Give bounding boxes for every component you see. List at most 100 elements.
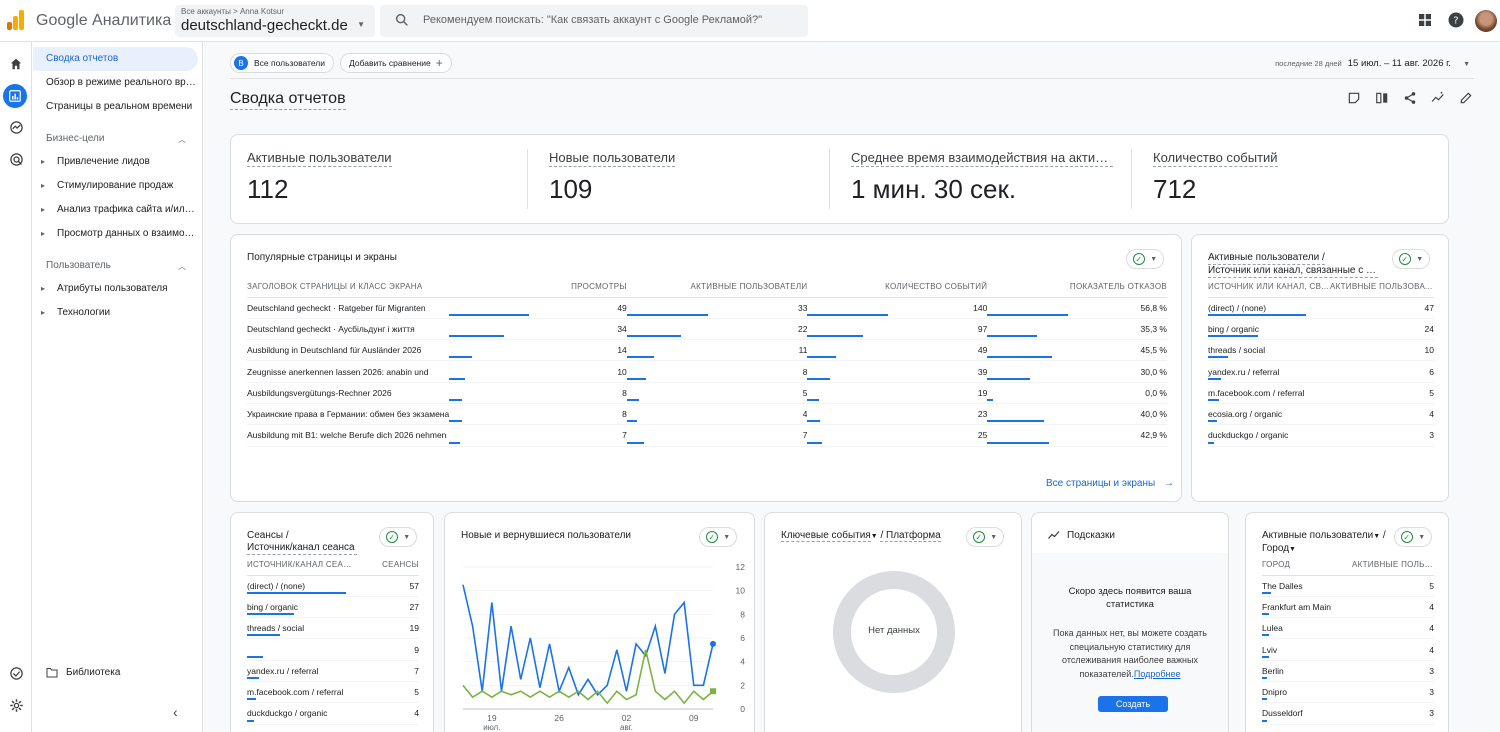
compare-check-button[interactable]: ✓ ▼ bbox=[966, 527, 1004, 547]
row-label[interactable]: Ausbildung in Deutschland für Ausländer … bbox=[247, 339, 450, 362]
row-label[interactable]: ecosia.org / organic bbox=[1208, 403, 1330, 426]
table-row[interactable]: Deutschland gecheckt · Аусбільдунг і жит… bbox=[247, 318, 1167, 341]
create-insight-button[interactable]: Создать bbox=[1098, 696, 1168, 712]
avatar[interactable] bbox=[1475, 10, 1497, 32]
table-row[interactable]: Deutschland gecheckt · Ratgeber für Migr… bbox=[247, 297, 1167, 319]
table-row[interactable]: yandex.ru / referral 6 bbox=[1208, 360, 1434, 383]
compare-columns-icon[interactable] bbox=[1374, 90, 1390, 106]
column-header[interactable]: Город bbox=[1262, 555, 1352, 576]
sidebar-item-engagement[interactable]: Просмотр данных о взаимодействии bbox=[33, 223, 198, 245]
table-row[interactable]: Ausbildungsvergütungs-Rechner 2026 8 5 19 0,… bbox=[247, 382, 1167, 404]
column-header[interactable]: Источник или канал, связанные с первым п… bbox=[1208, 277, 1330, 298]
kpi-new-users[interactable]: Новые пользователи 109 bbox=[549, 150, 819, 205]
sidebar-item-traffic[interactable]: Анализ трафика сайта и/или приложения bbox=[33, 199, 198, 221]
share-icon[interactable] bbox=[1402, 90, 1418, 106]
table-row[interactable]: threads / social 19 bbox=[247, 617, 419, 640]
learn-more-link[interactable]: Подробнее bbox=[1134, 669, 1181, 679]
row-label[interactable]: Berlin bbox=[1262, 660, 1352, 682]
compare-check-button[interactable]: ✓ ▼ bbox=[379, 527, 417, 547]
compare-check-button[interactable]: ✓ ▼ bbox=[1392, 249, 1430, 269]
kpi-active-users[interactable]: Активные пользователи 112 bbox=[247, 150, 517, 205]
row-label[interactable]: Deutschland gecheckt · Аусбільдунг і жит… bbox=[247, 318, 450, 341]
explore-icon[interactable] bbox=[6, 117, 26, 137]
table-row[interactable]: Ausbildung in Deutschland für Ausländer … bbox=[247, 339, 1167, 362]
section-user[interactable]: Пользователь bbox=[46, 260, 111, 271]
row-label[interactable]: duckduckgo / organic bbox=[1208, 424, 1330, 447]
home-icon[interactable] bbox=[6, 54, 26, 74]
table-row[interactable]: ecosia.org / organic 4 bbox=[1208, 403, 1434, 426]
table-row[interactable]: Ausbildung mit B1: welche Berufe dich 20… bbox=[247, 424, 1167, 447]
table-row[interactable]: Dusseldorf 3 bbox=[1262, 702, 1434, 725]
reports-icon[interactable] bbox=[3, 84, 27, 108]
sidebar-item-user-attributes[interactable]: Атрибуты пользователя bbox=[33, 278, 198, 300]
chevron-down-icon[interactable]: ▼ bbox=[1289, 546, 1296, 553]
row-label[interactable]: Ausbildung mit B1: welche Berufe dich 20… bbox=[247, 424, 450, 447]
row-label[interactable]: bing / organic bbox=[247, 596, 357, 619]
column-header[interactable]: Количество событий bbox=[807, 277, 988, 298]
search-input[interactable]: Рекомендуем поискать: "Как связать аккау… bbox=[380, 5, 808, 37]
table-row[interactable]: 9 bbox=[247, 638, 419, 661]
chevron-up-icon[interactable]: ︿ bbox=[178, 134, 186, 145]
chevron-up-icon[interactable]: ︿ bbox=[178, 261, 186, 272]
add-comparison-button[interactable]: Добавить сравнение + bbox=[339, 53, 452, 73]
table-row[interactable]: Dnipro 3 bbox=[1262, 681, 1434, 704]
table-row[interactable]: bing / organic 27 bbox=[247, 596, 419, 619]
sidebar-item-library[interactable]: Библиотека bbox=[46, 667, 120, 678]
table-row[interactable]: Berlin 3 bbox=[1262, 660, 1434, 682]
compare-check-button[interactable]: ✓ ▼ bbox=[1394, 527, 1432, 547]
table-row[interactable]: Zeugnisse anerkennen lassen 2026: anabin… bbox=[247, 360, 1167, 383]
row-label[interactable]: Lviv bbox=[1262, 638, 1352, 661]
help-icon[interactable]: ? bbox=[1447, 11, 1465, 29]
customize-report-icon[interactable] bbox=[1346, 90, 1362, 106]
apps-grid-icon[interactable] bbox=[1416, 11, 1434, 29]
table-row[interactable]: Lulea 4 bbox=[1262, 617, 1434, 640]
insights-check-icon[interactable] bbox=[6, 663, 26, 683]
kpi-event-count[interactable]: Количество событий 712 bbox=[1153, 150, 1423, 205]
table-row[interactable]: bing / organic 24 bbox=[1208, 318, 1434, 341]
table-row[interactable]: m.facebook.com / referral 5 bbox=[1208, 382, 1434, 404]
collapse-sidebar-icon[interactable]: ‹ bbox=[173, 704, 178, 720]
table-row[interactable]: Украинские права в Германии: обмен без э… bbox=[247, 403, 1167, 426]
sidebar-item-sales[interactable]: Стимулирование продаж bbox=[33, 175, 198, 197]
column-header[interactable]: Активные пользователи bbox=[1352, 555, 1434, 576]
card-title-dimension[interactable]: Город bbox=[1262, 543, 1289, 554]
row-label[interactable]: m.facebook.com / referral bbox=[247, 681, 357, 704]
column-header[interactable]: Активные пользователи bbox=[626, 277, 808, 298]
column-header[interactable]: Сеансы bbox=[357, 555, 419, 576]
row-label[interactable]: Украинские права в Германии: обмен без э… bbox=[247, 403, 450, 426]
table-row[interactable]: duckduckgo / organic 4 bbox=[247, 702, 419, 725]
section-business-goals[interactable]: Бизнес-цели bbox=[46, 133, 104, 144]
row-label[interactable]: duckduckgo / organic bbox=[247, 702, 357, 725]
row-label[interactable]: yandex.ru / referral bbox=[1208, 360, 1330, 383]
sidebar-item-realtime-overview[interactable]: Обзор в режиме реального времени bbox=[33, 71, 198, 95]
sidebar-item-realtime-pages[interactable]: Страницы в реальном времени bbox=[33, 95, 198, 119]
sidebar-item-leads[interactable]: Привлечение лидов bbox=[33, 151, 198, 173]
table-row[interactable]: The Dalles 5 bbox=[1262, 575, 1434, 597]
column-header[interactable]: Показатель отказов bbox=[987, 277, 1167, 298]
card-title-metric[interactable]: Активные пользователи bbox=[1262, 530, 1373, 541]
sidebar-item-tech[interactable]: Технологии bbox=[33, 302, 198, 324]
row-label[interactable]: (direct) / (none) bbox=[247, 575, 357, 597]
column-header[interactable]: Просмотры bbox=[449, 277, 627, 298]
table-row[interactable]: yandex.ru / referral 7 bbox=[247, 660, 419, 682]
row-label[interactable]: Dusseldorf bbox=[1262, 702, 1352, 725]
compare-check-button[interactable]: ✓ ▼ bbox=[1126, 249, 1164, 269]
row-label[interactable] bbox=[247, 638, 357, 661]
chevron-down-icon[interactable]: ▼ bbox=[871, 533, 878, 540]
gear-icon[interactable] bbox=[6, 695, 26, 715]
row-label[interactable]: Deutschland gecheckt · Ratgeber für Migr… bbox=[247, 297, 450, 319]
row-label[interactable]: Zeugnisse anerkennen lassen 2026: anabin… bbox=[247, 360, 450, 383]
compare-check-button[interactable]: ✓ ▼ bbox=[699, 527, 737, 547]
segment-chip[interactable]: B Все пользователи bbox=[230, 53, 334, 73]
row-label[interactable]: Dnipro bbox=[1262, 681, 1352, 704]
chevron-down-icon[interactable]: ▼ bbox=[1373, 533, 1380, 540]
card-title-metric[interactable]: Ключевые события bbox=[781, 530, 871, 542]
row-label[interactable]: Frankfurt am Main bbox=[1262, 596, 1352, 619]
insights-trend-icon[interactable] bbox=[1430, 90, 1446, 106]
edit-pencil-icon[interactable] bbox=[1458, 90, 1474, 106]
row-label[interactable]: m.facebook.com / referral bbox=[1208, 382, 1330, 404]
row-label[interactable]: Ausbildungsvergütungs-Rechner 2026 bbox=[247, 382, 450, 404]
advertising-icon[interactable] bbox=[6, 149, 26, 169]
table-row[interactable]: (direct) / (none) 47 bbox=[1208, 297, 1434, 319]
row-label[interactable]: bing / organic bbox=[1208, 318, 1330, 341]
